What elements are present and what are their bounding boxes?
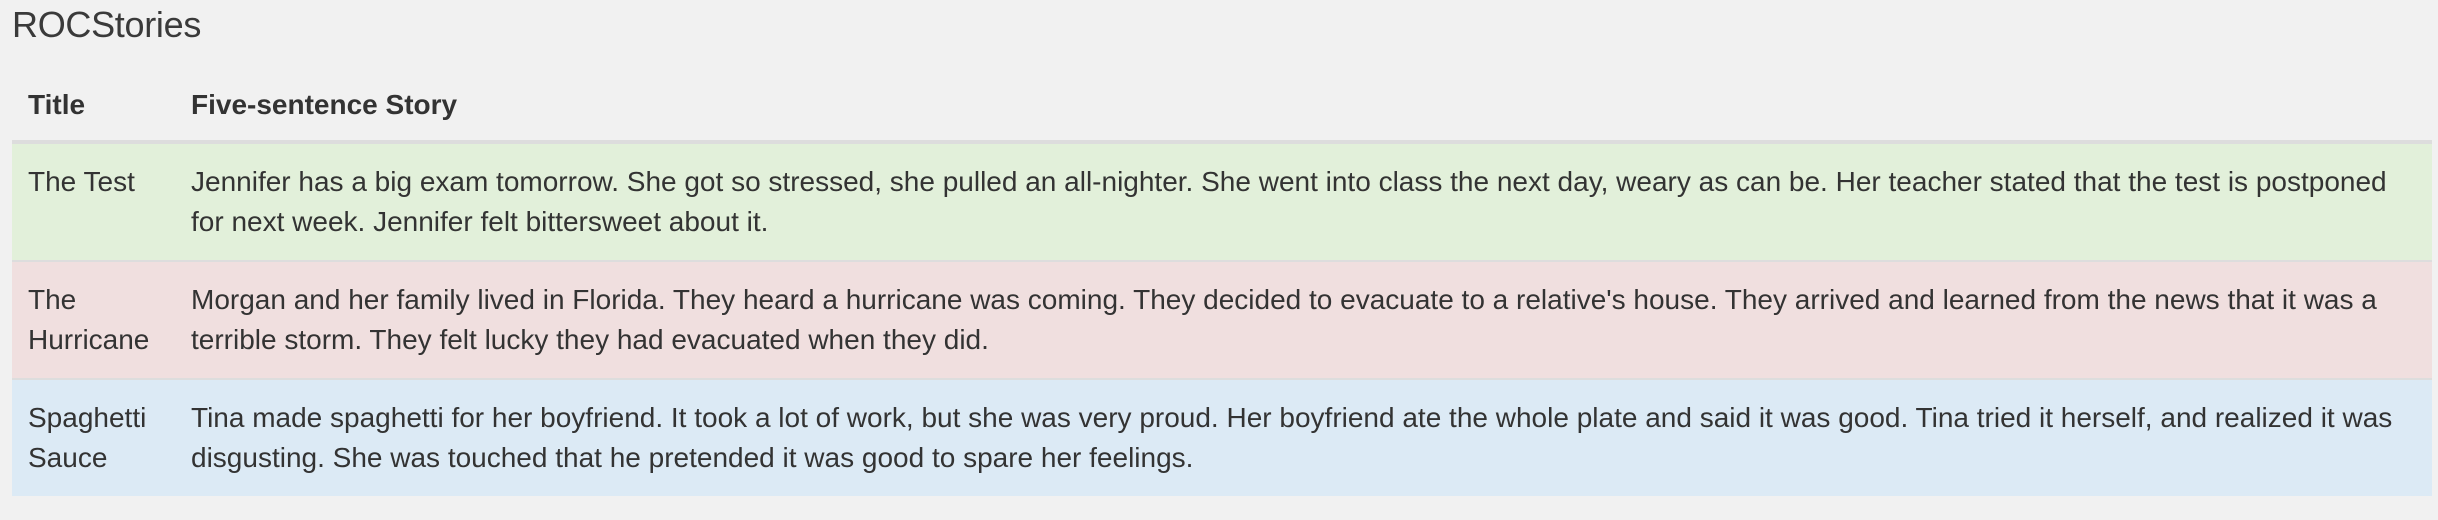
table-row: The Hurricane Morgan and her family live… — [12, 260, 2432, 379]
table-row: The Test Jennifer has a big exam tomorro… — [12, 141, 2432, 261]
column-header-story: Five-sentence Story — [175, 72, 2432, 144]
story-title-cell: The Hurricane — [12, 260, 175, 379]
table-header: Title Five-sentence Story — [12, 72, 2432, 144]
stories-table: Title Five-sentence Story The Test Jenni… — [12, 72, 2432, 496]
table-body: The Test Jennifer has a big exam tomorro… — [12, 141, 2432, 496]
header-row: Title Five-sentence Story — [12, 72, 2432, 144]
column-header-title: Title — [12, 72, 175, 144]
story-text-cell: Morgan and her family lived in Florida. … — [175, 260, 2432, 379]
story-text-cell: Jennifer has a big exam tomorrow. She go… — [175, 141, 2432, 261]
story-text-cell: Tina made spaghetti for her boyfriend. I… — [175, 378, 2432, 496]
story-title-cell: Spaghetti Sauce — [12, 378, 175, 496]
page-title: ROCStories — [12, 4, 202, 45]
page: ROCStories Title Five-sentence Story The… — [0, 0, 2438, 520]
table-row: Spaghetti Sauce Tina made spaghetti for … — [12, 378, 2432, 496]
story-title-cell: The Test — [12, 141, 175, 261]
